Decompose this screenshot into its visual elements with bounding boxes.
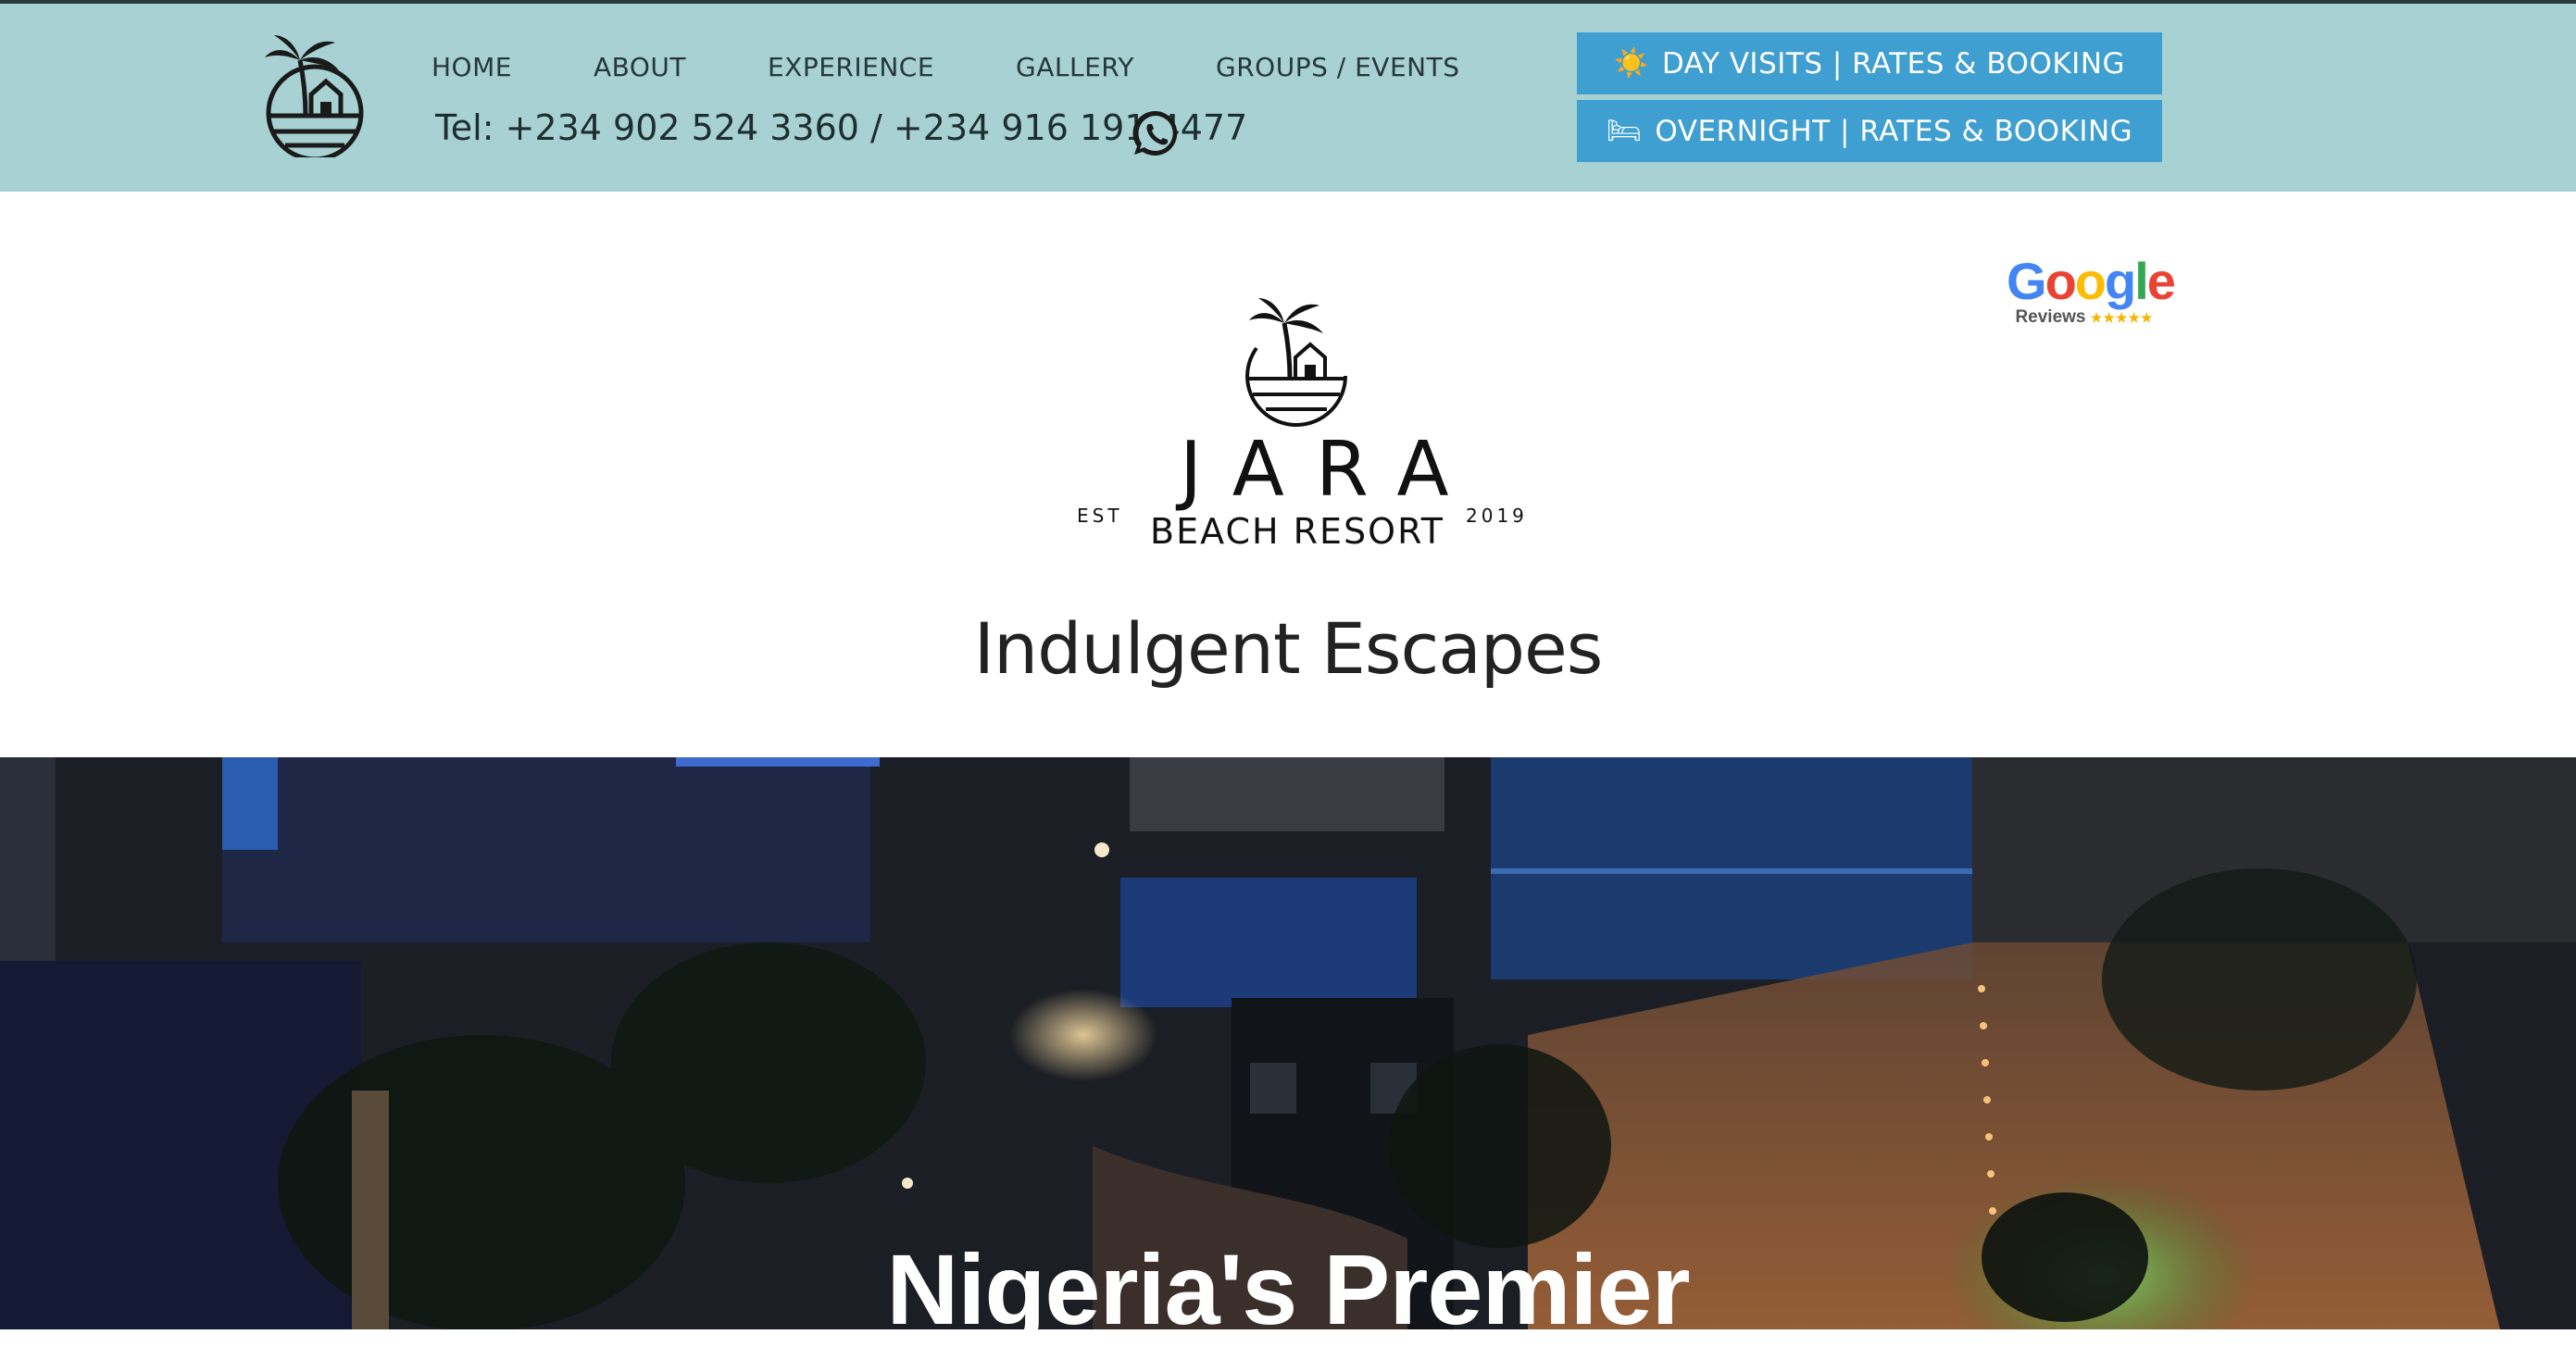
phone-numbers[interactable]: Tel: +234 902 524 3360 / +234 916 191 44… bbox=[435, 107, 1247, 148]
rating-stars: ★★★★★ bbox=[2090, 310, 2154, 325]
whatsapp-icon[interactable] bbox=[1130, 107, 1182, 159]
main-nav: HOME ABOUT EXPERIENCE GALLERY GROUPS / E… bbox=[431, 52, 1459, 82]
nav-experience[interactable]: EXPERIENCE bbox=[768, 52, 934, 82]
brand-est: EST bbox=[1077, 505, 1123, 527]
nav-gallery[interactable]: GALLERY bbox=[1016, 52, 1134, 82]
day-visits-booking-button[interactable]: ☀️ DAY VISITS | RATES & BOOKING bbox=[1577, 32, 2162, 94]
hero-title: Nigeria's Premier bbox=[886, 1233, 1690, 1345]
site-header: HOME ABOUT EXPERIENCE GALLERY GROUPS / E… bbox=[0, 4, 2576, 192]
palm-house-logo-icon bbox=[1245, 298, 1347, 427]
brand-name: JARA bbox=[1180, 426, 1481, 514]
day-visits-label: DAY VISITS | RATES & BOOKING bbox=[1661, 46, 2126, 81]
sun-icon: ☀️ bbox=[1613, 47, 1649, 80]
brand-subtitle: BEACH RESORT bbox=[1150, 511, 1444, 552]
nav-home[interactable]: HOME bbox=[431, 52, 512, 82]
brand-year: 2019 bbox=[1466, 505, 1528, 527]
google-logo: Google bbox=[2007, 252, 2176, 310]
palm-house-logo-icon[interactable] bbox=[259, 28, 370, 157]
google-reviews-label: Reviews ★★★★★ bbox=[2015, 307, 2154, 327]
bed-icon: 🛏 bbox=[1606, 115, 1643, 147]
overnight-label: OVERNIGHT | RATES & BOOKING bbox=[1655, 114, 2133, 148]
nav-groups-events[interactable]: GROUPS / EVENTS bbox=[1216, 52, 1459, 82]
nav-about[interactable]: ABOUT bbox=[594, 52, 686, 82]
overnight-booking-button[interactable]: 🛏 OVERNIGHT | RATES & BOOKING bbox=[1577, 100, 2162, 162]
google-reviews-badge[interactable]: Google Reviews ★★★★★ bbox=[2007, 252, 2176, 328]
tagline: Indulgent Escapes bbox=[973, 607, 1604, 690]
